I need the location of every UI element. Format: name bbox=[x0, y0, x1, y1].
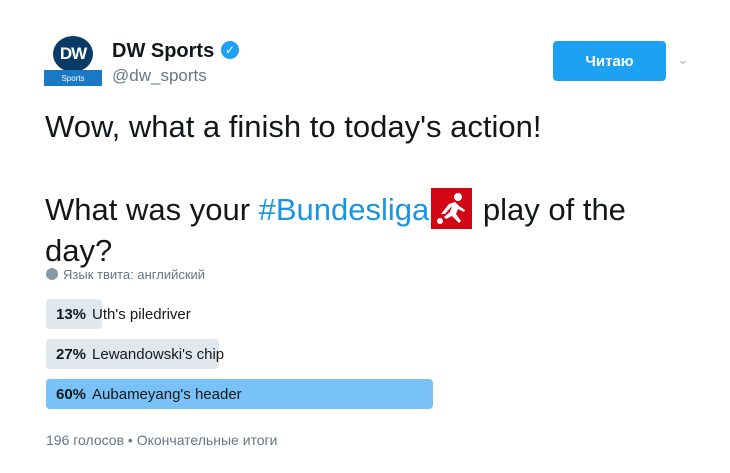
poll-option-label: 13% Uth's piledriver bbox=[56, 306, 191, 323]
tweet-line-1: Wow, what a finish to today's action! bbox=[45, 109, 542, 144]
tweet-line-2: What was your #Bundesliga play of the da… bbox=[45, 188, 685, 271]
dw-logo-icon: DW bbox=[53, 36, 93, 72]
tweet-line-2-prefix: What was your bbox=[45, 192, 259, 227]
poll-option-label: 60% Aubameyang's header bbox=[56, 386, 242, 403]
poll-option-label: 27% Lewandowski's chip bbox=[56, 346, 224, 363]
avatar[interactable]: DW Sports bbox=[44, 36, 102, 88]
tweet-language-note: Язык твита: английский bbox=[46, 267, 205, 282]
poll-option-text: Uth's piledriver bbox=[92, 306, 191, 323]
poll-option-percent: 27% bbox=[56, 346, 87, 363]
poll-option-text: Lewandowski's chip bbox=[92, 346, 225, 363]
chevron-down-icon[interactable]: ⌄ bbox=[677, 51, 689, 67]
poll-footer: 196 голосов • Окончательные итоги bbox=[46, 432, 277, 448]
avatar-subtitle: Sports bbox=[44, 70, 102, 86]
account-name[interactable]: DW Sports bbox=[112, 40, 214, 63]
follow-button[interactable]: Читаю bbox=[553, 41, 666, 81]
poll-option: 13% Uth's piledriver bbox=[46, 299, 446, 329]
bundesliga-logo-icon bbox=[431, 188, 473, 229]
poll-option: 60% Aubameyang's header bbox=[46, 379, 446, 409]
language-note-text: Язык твита: английский bbox=[63, 267, 206, 282]
globe-icon bbox=[46, 268, 58, 280]
poll: 13% Uth's piledriver 27% Lewandowski's chi… bbox=[46, 299, 446, 419]
account-handle[interactable]: @dw_sports bbox=[112, 66, 207, 86]
avatar-logo-text: DW bbox=[59, 44, 87, 63]
poll-option-percent: 60% bbox=[56, 386, 87, 403]
poll-option-percent: 13% bbox=[56, 306, 87, 323]
poll-option: 27% Lewandowski's chip bbox=[46, 339, 446, 369]
poll-footer-separator: • bbox=[127, 432, 133, 448]
poll-vote-count: 196 голосов bbox=[46, 432, 125, 448]
poll-status: Окончательные итоги bbox=[136, 432, 278, 448]
poll-option-text: Aubameyang's header bbox=[92, 386, 242, 403]
hashtag-link[interactable]: #Bundesliga bbox=[259, 192, 430, 227]
verified-icon: ✓ bbox=[221, 41, 239, 59]
tweet-text: Wow, what a finish to today's action! Wh… bbox=[45, 106, 685, 271]
